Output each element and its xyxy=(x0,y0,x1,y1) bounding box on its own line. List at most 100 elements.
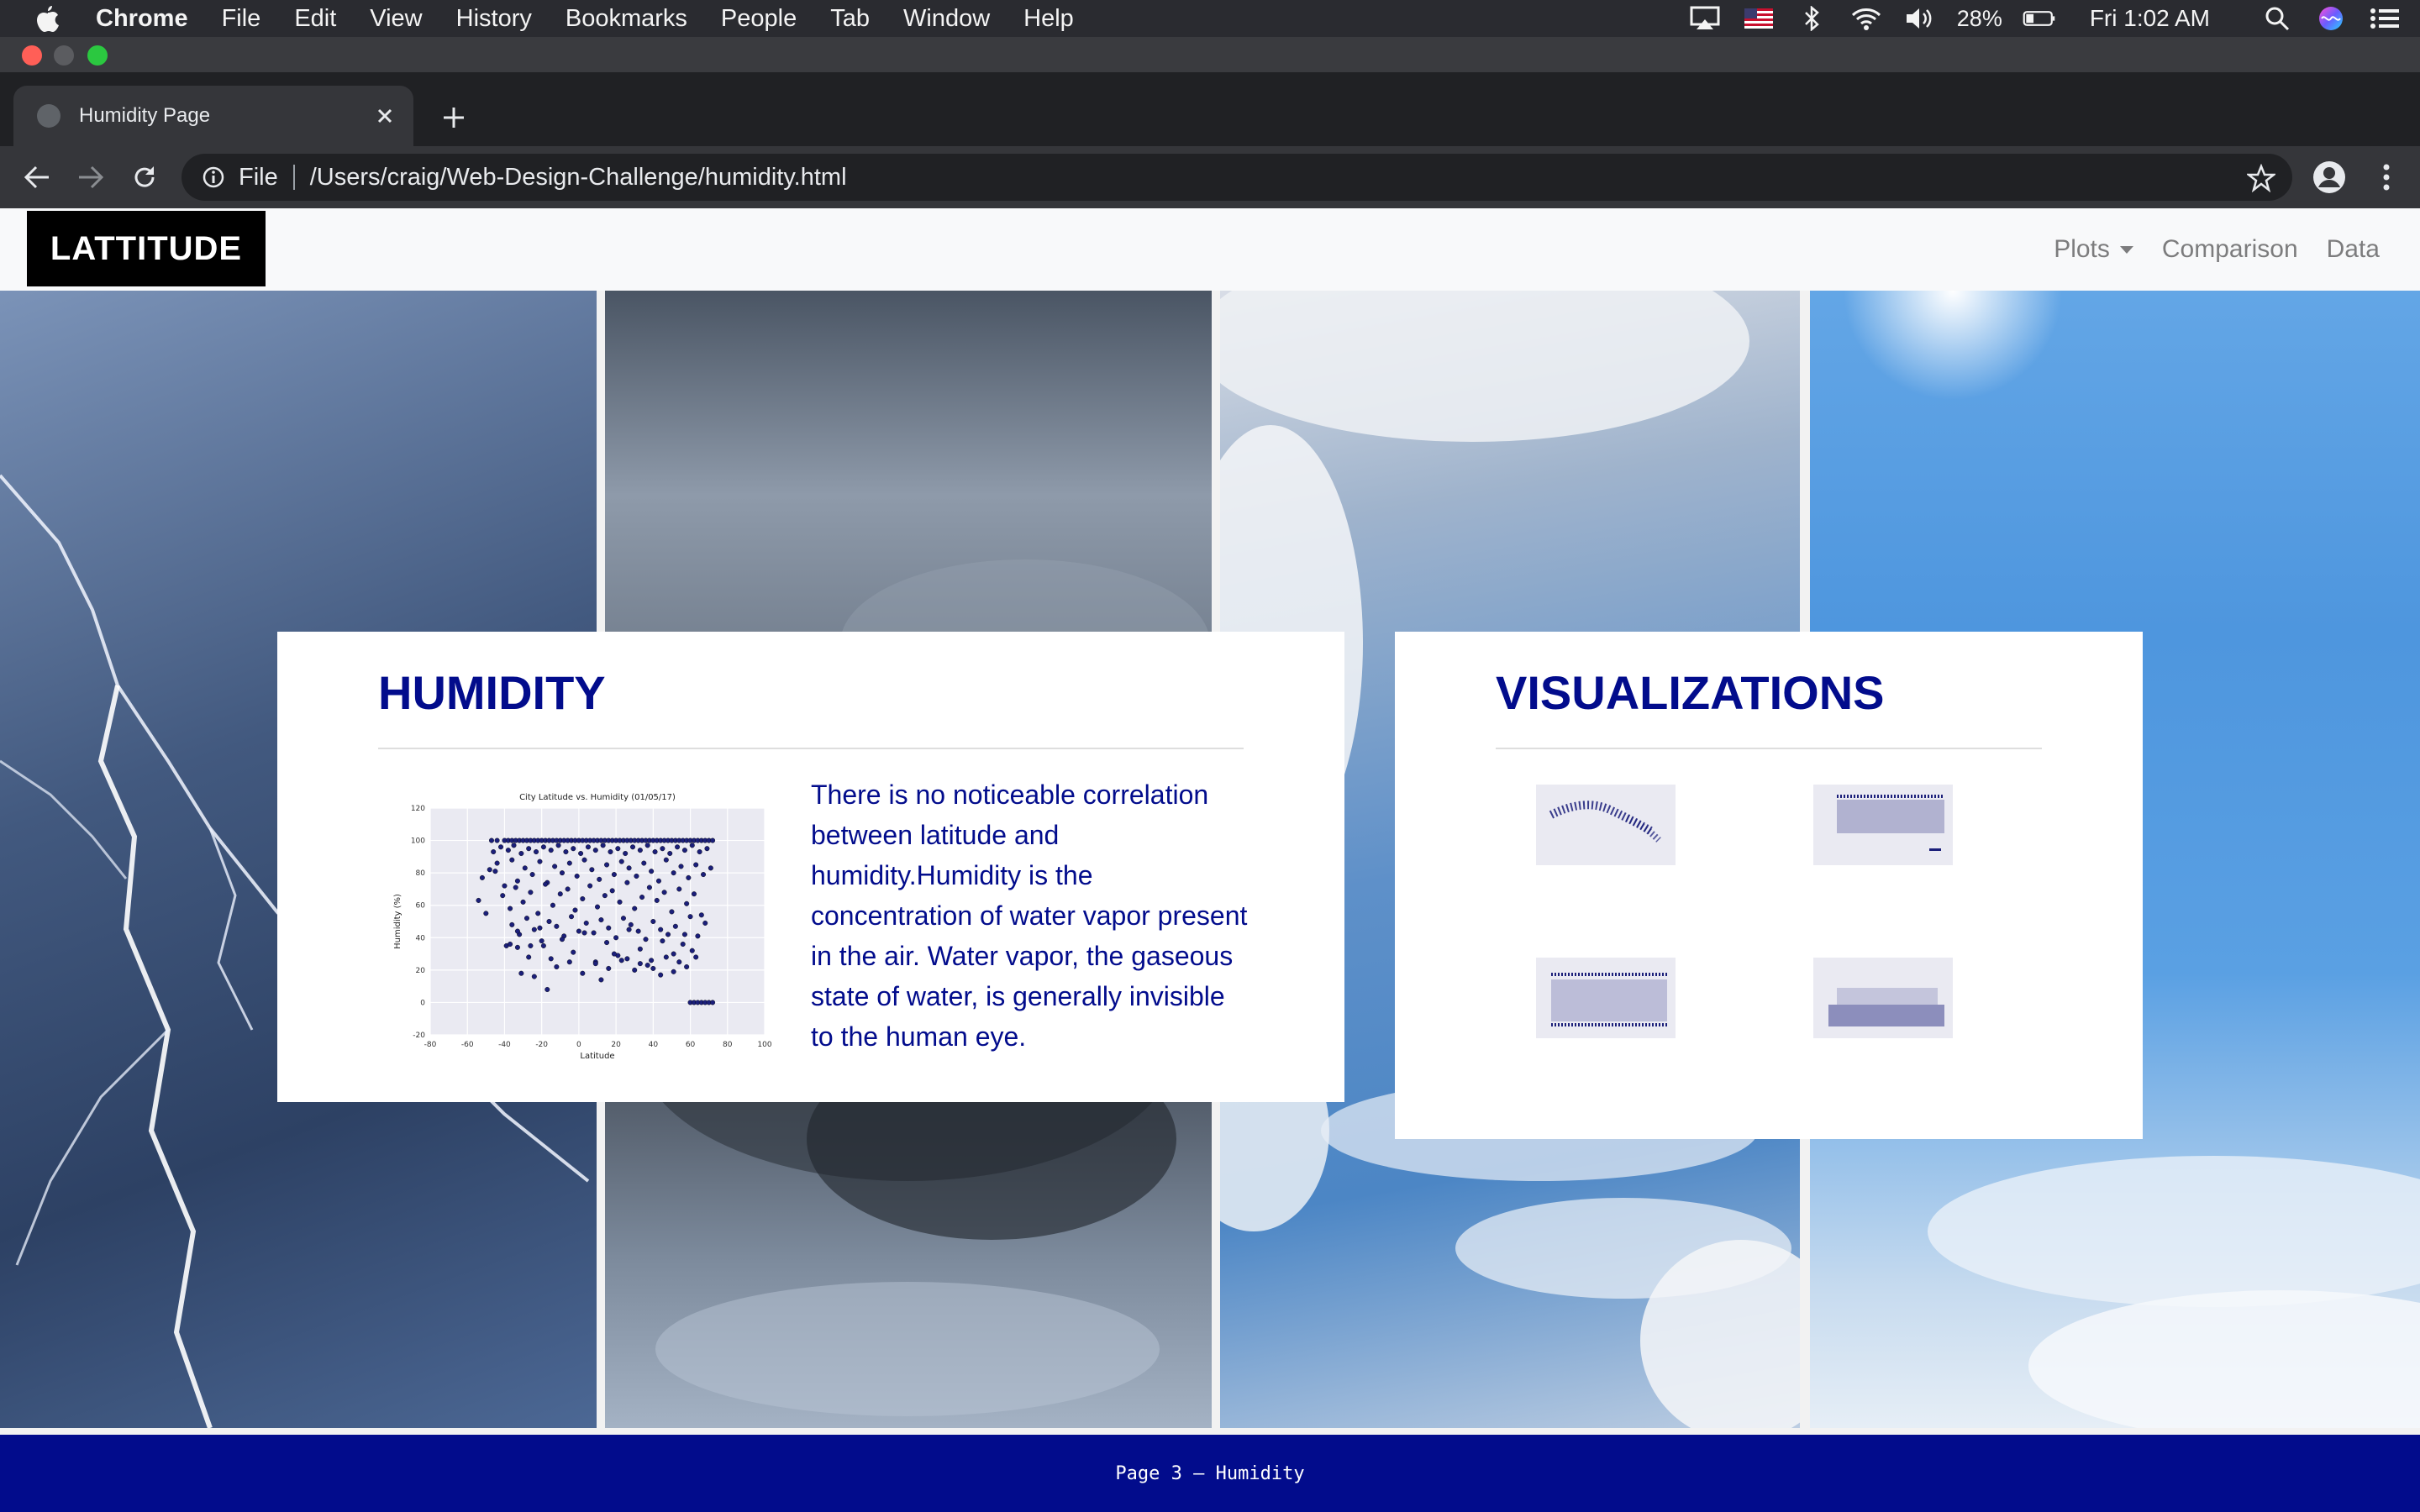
tab-humidity-page[interactable]: Humidity Page xyxy=(13,86,413,146)
data-point xyxy=(600,843,606,848)
nav-links: Plots Comparison Data xyxy=(2025,208,2380,291)
data-point xyxy=(634,873,639,879)
nav-plots-dropdown[interactable]: Plots xyxy=(2054,235,2133,264)
globe-favicon-icon xyxy=(37,104,60,128)
data-point xyxy=(687,914,693,920)
menu-file[interactable]: File xyxy=(222,5,261,33)
address-separator xyxy=(292,165,295,190)
menu-edit[interactable]: Edit xyxy=(294,5,336,33)
thumbnail-humidity-plot[interactable] xyxy=(1803,781,1956,877)
data-point xyxy=(520,899,526,905)
spotlight-search-icon[interactable] xyxy=(2260,5,2294,32)
data-point xyxy=(708,865,713,871)
data-point xyxy=(702,920,708,926)
data-point xyxy=(618,858,624,864)
info-icon[interactable] xyxy=(200,164,227,191)
page-footer: Page 3 – Humidity xyxy=(0,1435,2420,1512)
data-point xyxy=(639,895,645,900)
window-minimize-button[interactable] xyxy=(54,45,74,66)
data-point xyxy=(514,928,520,934)
thumbnail-wind-speed-plot[interactable] xyxy=(1803,954,1956,1050)
volume-icon[interactable] xyxy=(1903,5,1937,32)
data-point xyxy=(606,965,612,971)
data-point xyxy=(585,844,591,850)
data-point xyxy=(672,923,678,929)
menu-bookmarks[interactable]: Bookmarks xyxy=(566,5,687,33)
data-point xyxy=(678,864,684,869)
airplay-icon[interactable] xyxy=(1688,5,1722,32)
menu-help[interactable]: Help xyxy=(1023,5,1074,33)
data-point xyxy=(494,837,500,843)
data-point xyxy=(663,954,669,960)
data-point xyxy=(555,843,561,848)
data-point xyxy=(675,844,681,850)
chrome-menu-icon[interactable] xyxy=(2370,160,2403,194)
menu-people[interactable]: People xyxy=(721,5,797,33)
address-bar[interactable]: File /Users/craig/Web-Design-Challenge/h… xyxy=(182,154,2292,201)
data-point xyxy=(491,849,497,855)
data-point xyxy=(666,932,671,937)
humidity-divider xyxy=(378,748,1244,749)
menu-history[interactable]: History xyxy=(456,5,532,33)
menu-app-chrome[interactable]: Chrome xyxy=(96,5,188,33)
menu-tab[interactable]: Tab xyxy=(830,5,870,33)
data-point xyxy=(626,927,632,932)
data-point xyxy=(508,906,513,911)
wifi-icon[interactable] xyxy=(1849,5,1883,32)
thumbnail-temperature-plot[interactable] xyxy=(1526,781,1679,877)
notification-center-icon[interactable] xyxy=(2368,5,2402,32)
window-zoom-button[interactable] xyxy=(87,45,108,66)
data-point xyxy=(710,837,716,843)
data-point xyxy=(615,846,621,852)
bluetooth-icon[interactable] xyxy=(1796,5,1829,32)
data-point xyxy=(565,886,571,892)
apple-logo-icon[interactable] xyxy=(32,3,64,34)
y-tick-label: 40 xyxy=(416,934,426,942)
x-tick-label: 60 xyxy=(686,1041,696,1049)
data-point xyxy=(576,928,581,934)
data-point xyxy=(531,927,537,932)
data-point xyxy=(710,1000,716,1005)
thumbnail-cloudiness-plot[interactable] xyxy=(1526,954,1679,1050)
data-point xyxy=(534,849,539,855)
data-point xyxy=(637,848,643,853)
window-close-button[interactable] xyxy=(22,45,42,66)
back-arrow-icon[interactable] xyxy=(20,160,54,194)
data-point xyxy=(543,881,549,887)
menubar-clock[interactable]: Fri 1:02 AM xyxy=(2090,5,2210,32)
data-point xyxy=(587,883,593,889)
reload-icon[interactable] xyxy=(128,160,161,194)
x-tick-label: -20 xyxy=(535,1041,548,1049)
menu-view[interactable]: View xyxy=(370,5,422,33)
data-point xyxy=(513,885,518,890)
siri-icon[interactable] xyxy=(2314,5,2348,32)
data-point xyxy=(650,965,656,971)
scatter-svg: -80 -60 -40 -20 0 20 40 60 80 100 -20 0 20 40 60 80 100 1… xyxy=(393,793,772,1061)
forward-arrow-icon[interactable] xyxy=(74,160,108,194)
data-point xyxy=(620,916,626,921)
data-point xyxy=(546,918,552,924)
humidity-scatter-chart[interactable]: -80 -60 -40 -20 0 20 40 60 80 100 -20 0 20 40 60 80 100 1… xyxy=(392,788,775,1062)
menu-window[interactable]: Window xyxy=(903,5,990,33)
data-point xyxy=(591,930,597,936)
x-tick-label: 100 xyxy=(757,1041,771,1049)
new-tab-plus-icon[interactable] xyxy=(437,101,471,134)
profile-avatar-icon[interactable] xyxy=(2312,160,2346,194)
x-tick-label: 80 xyxy=(723,1041,733,1049)
data-point xyxy=(646,885,652,890)
data-point xyxy=(681,932,687,937)
data-point xyxy=(704,846,710,852)
us-flag-icon[interactable] xyxy=(1742,5,1776,32)
data-point xyxy=(498,844,504,850)
address-url-text[interactable]: /Users/craig/Web-Design-Challenge/humidi… xyxy=(310,164,847,192)
nav-data-link[interactable]: Data xyxy=(2327,235,2380,264)
close-tab-icon[interactable] xyxy=(370,101,400,131)
data-point xyxy=(658,972,664,978)
address-scheme-label: File xyxy=(239,163,278,191)
bookmark-star-icon[interactable] xyxy=(2245,163,2277,193)
humidity-card: HUMIDITY -80 -60 -40 -20 0 20 40 60 80 100 -20 0 20 4… xyxy=(277,632,1344,1102)
data-point xyxy=(649,869,655,874)
battery-icon[interactable] xyxy=(2023,5,2056,32)
nav-comparison-link[interactable]: Comparison xyxy=(2162,235,2298,264)
site-brand[interactable]: LATTITUDE xyxy=(27,211,266,286)
